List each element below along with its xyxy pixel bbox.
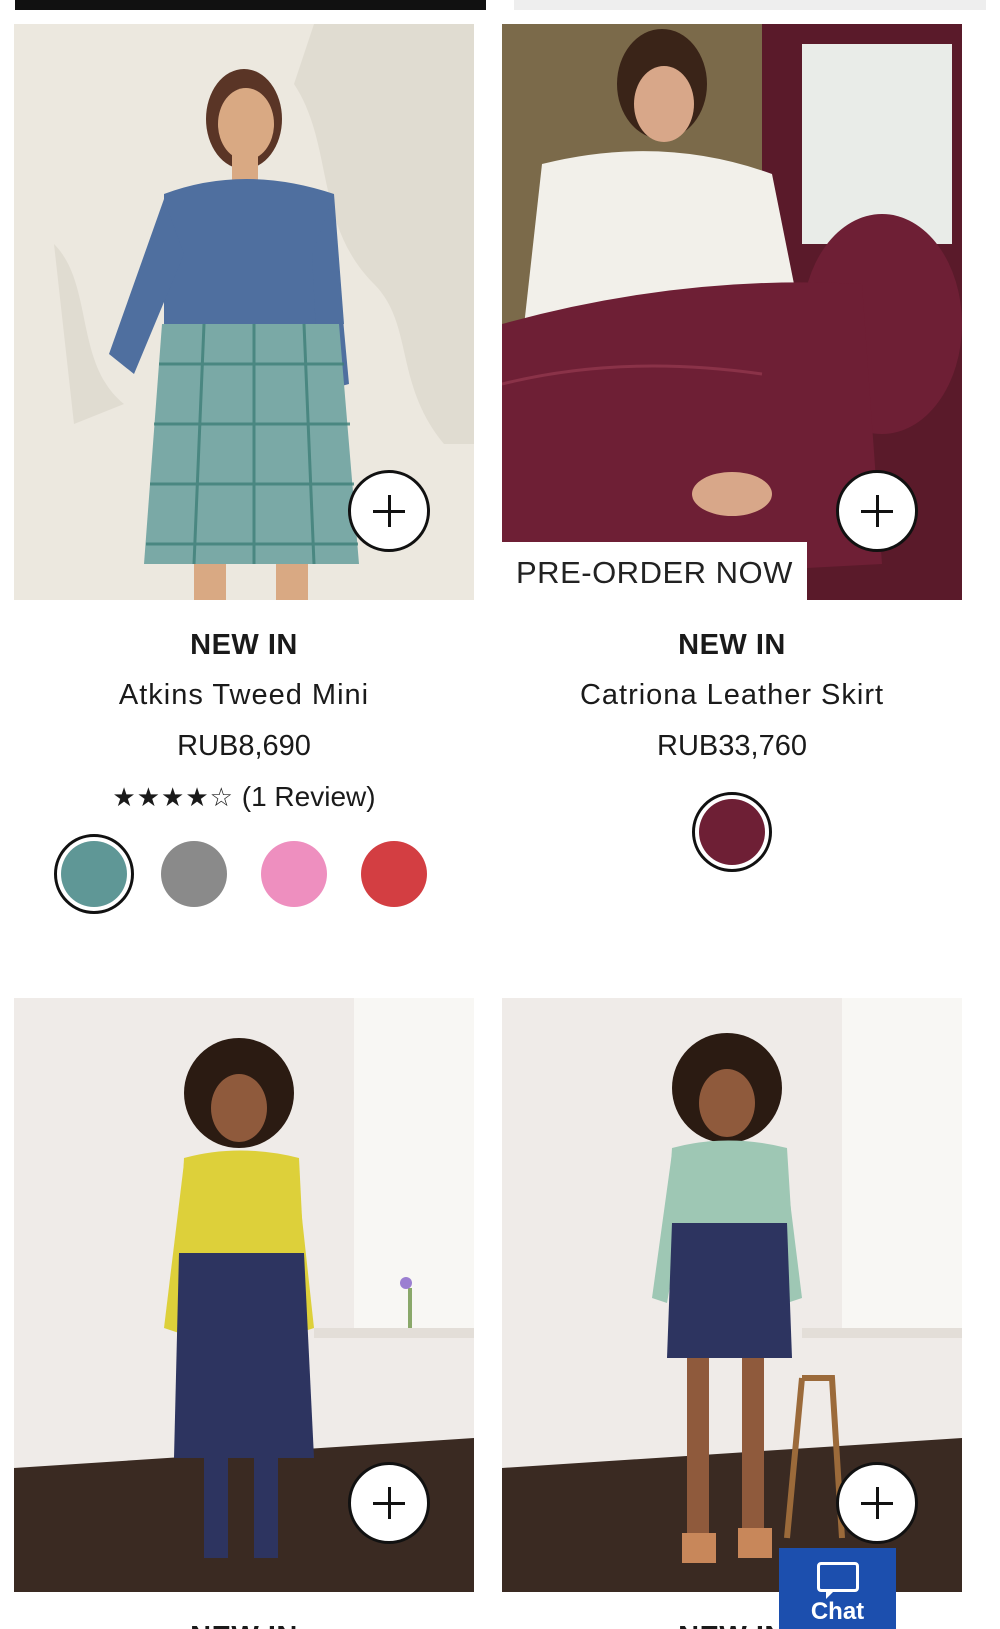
color-swatch-burgundy[interactable] (692, 792, 772, 872)
color-swatch-red-tweed[interactable] (354, 834, 434, 914)
product-image[interactable] (502, 998, 962, 1592)
product-name[interactable]: Catriona Leather Skirt (502, 670, 962, 720)
new-in-tag: NEW IN (678, 629, 786, 661)
add-to-bag-button[interactable] (348, 470, 430, 552)
pre-order-badge: PRE-ORDER NOW (502, 542, 807, 600)
previous-card-bottom-edge-right (514, 0, 986, 10)
chat-bubble-icon (816, 1562, 859, 1599)
product-image[interactable] (14, 24, 474, 600)
chat-label: Chat (810, 1598, 865, 1625)
chat-button[interactable]: Chat (779, 1548, 896, 1629)
add-to-bag-button[interactable] (348, 1462, 430, 1544)
color-swatches (14, 834, 474, 914)
product-name[interactable]: Atkins Tweed Mini (14, 670, 474, 720)
color-swatches (502, 792, 962, 872)
color-swatch-pink-check[interactable] (254, 834, 334, 914)
new-in-tag: NEW IN (190, 629, 298, 661)
product-price: RUB8,690 (177, 730, 311, 762)
color-swatch-teal-check[interactable] (54, 834, 134, 914)
color-swatch-grey-herringbone[interactable] (154, 834, 234, 914)
product-image[interactable] (14, 998, 474, 1592)
product-rating[interactable]: ★★★★☆ (1 Review) (14, 772, 474, 822)
star-rating-icon: ★★★★☆ (112, 782, 234, 812)
add-to-bag-button[interactable] (836, 1462, 918, 1544)
product-price: RUB33,760 (657, 730, 807, 762)
add-to-bag-button[interactable] (836, 470, 918, 552)
review-count[interactable]: (1 Review) (242, 781, 376, 812)
product-image[interactable]: PRE-ORDER NOW (502, 24, 962, 600)
new-in-tag: NEW IN (14, 1612, 474, 1629)
previous-card-bottom-edge (15, 0, 486, 10)
